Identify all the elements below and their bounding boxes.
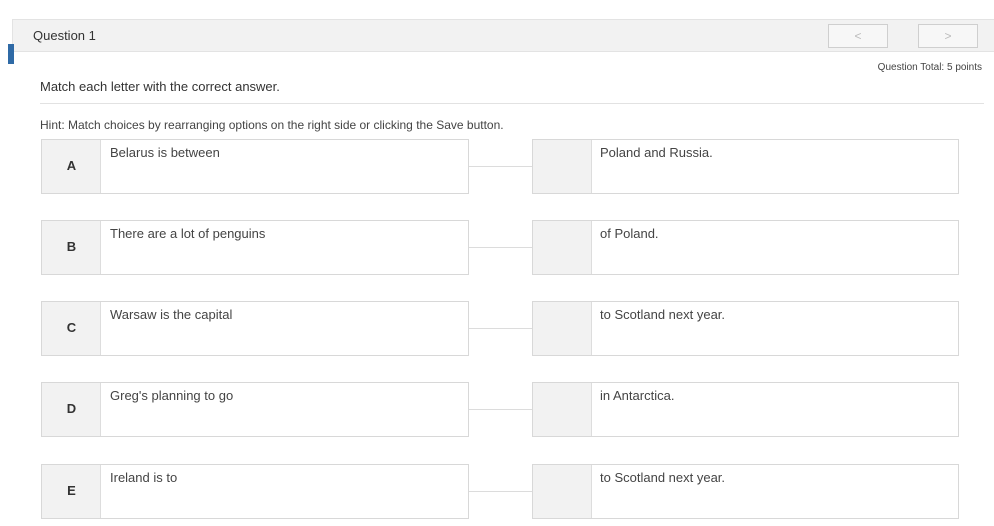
drag-handle[interactable] (533, 302, 592, 355)
connector-line (469, 328, 532, 329)
prompt-text: There are a lot of penguins (110, 226, 266, 241)
row-letter: B (66, 239, 77, 254)
prompt-box: B There are a lot of penguins (41, 220, 469, 275)
next-question-button[interactable]: > (918, 24, 978, 48)
answer-text: to Scotland next year. (600, 470, 726, 485)
prompt-text: Belarus is between (110, 145, 220, 160)
page: Question 1 < > Question Total: 5 points … (0, 0, 994, 526)
row-letter: C (66, 320, 77, 335)
connector-line (469, 247, 532, 248)
letter-cell: D (42, 383, 101, 436)
prompt-text: Greg's planning to go (110, 388, 234, 403)
question-hint: Hint: Match choices by rearranging optio… (40, 118, 504, 132)
matching-row: C Warsaw is the capital to Scotland next… (41, 301, 959, 356)
prompt-box: C Warsaw is the capital (41, 301, 469, 356)
drag-handle[interactable] (533, 465, 592, 518)
prompt-text: Warsaw is the capital (110, 307, 233, 322)
matching-row: D Greg's planning to go in Antarctica. (41, 382, 959, 437)
answer-text: Poland and Russia. (600, 145, 713, 160)
divider (40, 103, 984, 104)
answer-option[interactable]: in Antarctica. (532, 382, 959, 437)
previous-question-button[interactable]: < (828, 24, 888, 48)
drag-handle[interactable] (533, 221, 592, 274)
row-letter: E (67, 483, 76, 498)
matching-row: B There are a lot of penguins of Poland. (41, 220, 959, 275)
prompt-box: D Greg's planning to go (41, 382, 469, 437)
answer-option[interactable]: to Scotland next year. (532, 464, 959, 519)
matching-row: E Ireland is to to Scotland next year. (41, 464, 959, 519)
answer-text: to Scotland next year. (600, 307, 726, 322)
answer-text: of Poland. (600, 226, 659, 241)
letter-cell: A (42, 140, 101, 193)
answer-option[interactable]: of Poland. (532, 220, 959, 275)
row-letter: D (66, 401, 77, 416)
question-total: Question Total: 5 points (877, 62, 982, 73)
row-letter: A (66, 158, 77, 173)
letter-cell: C (42, 302, 101, 355)
answer-option[interactable]: Poland and Russia. (532, 139, 959, 194)
drag-handle[interactable] (533, 140, 592, 193)
matching-row: A Belarus is between Poland and Russia. (41, 139, 959, 194)
answer-text: in Antarctica. (600, 388, 675, 403)
question-header-bar: Question 1 < > (12, 19, 994, 52)
prompt-box: E Ireland is to (41, 464, 469, 519)
prompt-text: Ireland is to (110, 470, 178, 485)
question-number: Question 1 (33, 28, 96, 43)
question-instruction: Match each letter with the correct answe… (40, 79, 280, 94)
letter-cell: B (42, 221, 101, 274)
letter-cell: E (42, 465, 101, 518)
connector-line (469, 166, 532, 167)
accent-bar (8, 44, 14, 64)
drag-handle[interactable] (533, 383, 592, 436)
connector-line (469, 409, 532, 410)
prompt-box: A Belarus is between (41, 139, 469, 194)
answer-option[interactable]: to Scotland next year. (532, 301, 959, 356)
connector-line (469, 491, 532, 492)
